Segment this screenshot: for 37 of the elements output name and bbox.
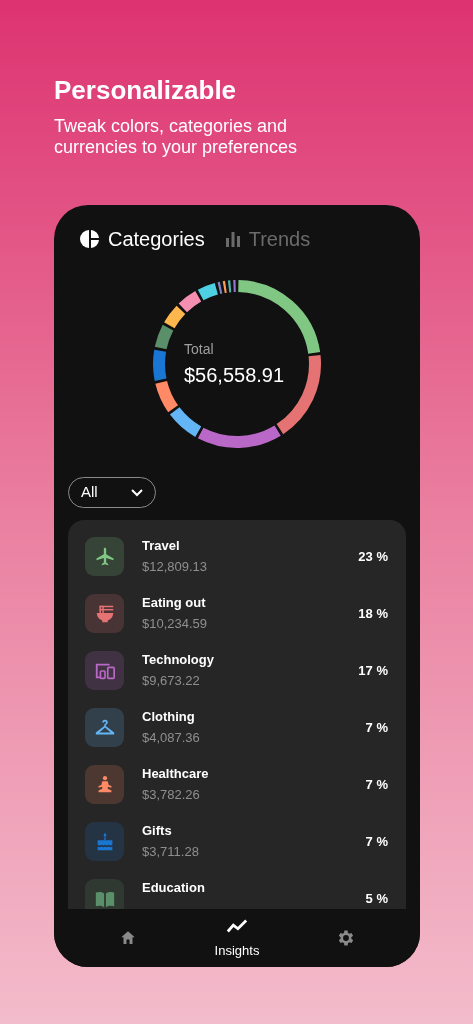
category-name: Eating out [142, 594, 207, 612]
pie-chart-icon [80, 229, 100, 249]
category-name: Travel [142, 537, 181, 555]
total-label: Total [184, 340, 215, 358]
total-amount: $56,558.91 [184, 363, 286, 388]
category-name: Clothing [142, 708, 196, 726]
category-percent: 7 % [365, 775, 388, 794]
category-percent: 18 % [358, 604, 388, 623]
category-name: Healthcare [142, 765, 210, 783]
category-percent: 7 % [365, 832, 388, 851]
category-amount: $3,782.26 [142, 786, 201, 804]
category-percent: 5 % [365, 889, 388, 908]
tab[interactable]: Trends [224, 224, 311, 254]
category-name: Education [142, 879, 206, 897]
headline: Personalizable [54, 74, 238, 106]
category-name: Gifts [142, 822, 173, 840]
category-amount: $9,673.22 [142, 672, 201, 690]
category-percent: 17 % [358, 661, 388, 680]
category-row[interactable]: Eating out $10,234.59 18 % [68, 585, 406, 642]
category-row[interactable]: Clothing $4,087.36 7 % [68, 699, 406, 756]
category-row[interactable]: Technology $9,673.22 17 % [68, 642, 406, 699]
chevron-down-icon [131, 488, 143, 497]
category-row[interactable]: Travel $12,809.13 23 % [68, 528, 406, 585]
category-percent: 7 % [365, 718, 388, 737]
tab[interactable]: Categories [80, 224, 205, 254]
category-amount: $12,809.13 [142, 558, 209, 576]
category-amount: $10,234.59 [142, 615, 209, 633]
plane-icon [93, 545, 116, 568]
bar-chart-icon [224, 231, 241, 247]
category-amount: $4,087.36 [142, 729, 201, 747]
category-amount: $3,711.28 [142, 843, 200, 861]
nav-item[interactable]: Insights [197, 915, 277, 961]
subtitle: Tweak colors, categories and currencies to your preferences [54, 116, 299, 158]
category-row[interactable]: Gifts $3,711.28 7 % [68, 813, 406, 870]
category-row[interactable]: Healthcare $3,782.26 7 % [68, 756, 406, 813]
category-percent: 23 % [358, 547, 388, 566]
category-name: Technology [142, 651, 215, 669]
